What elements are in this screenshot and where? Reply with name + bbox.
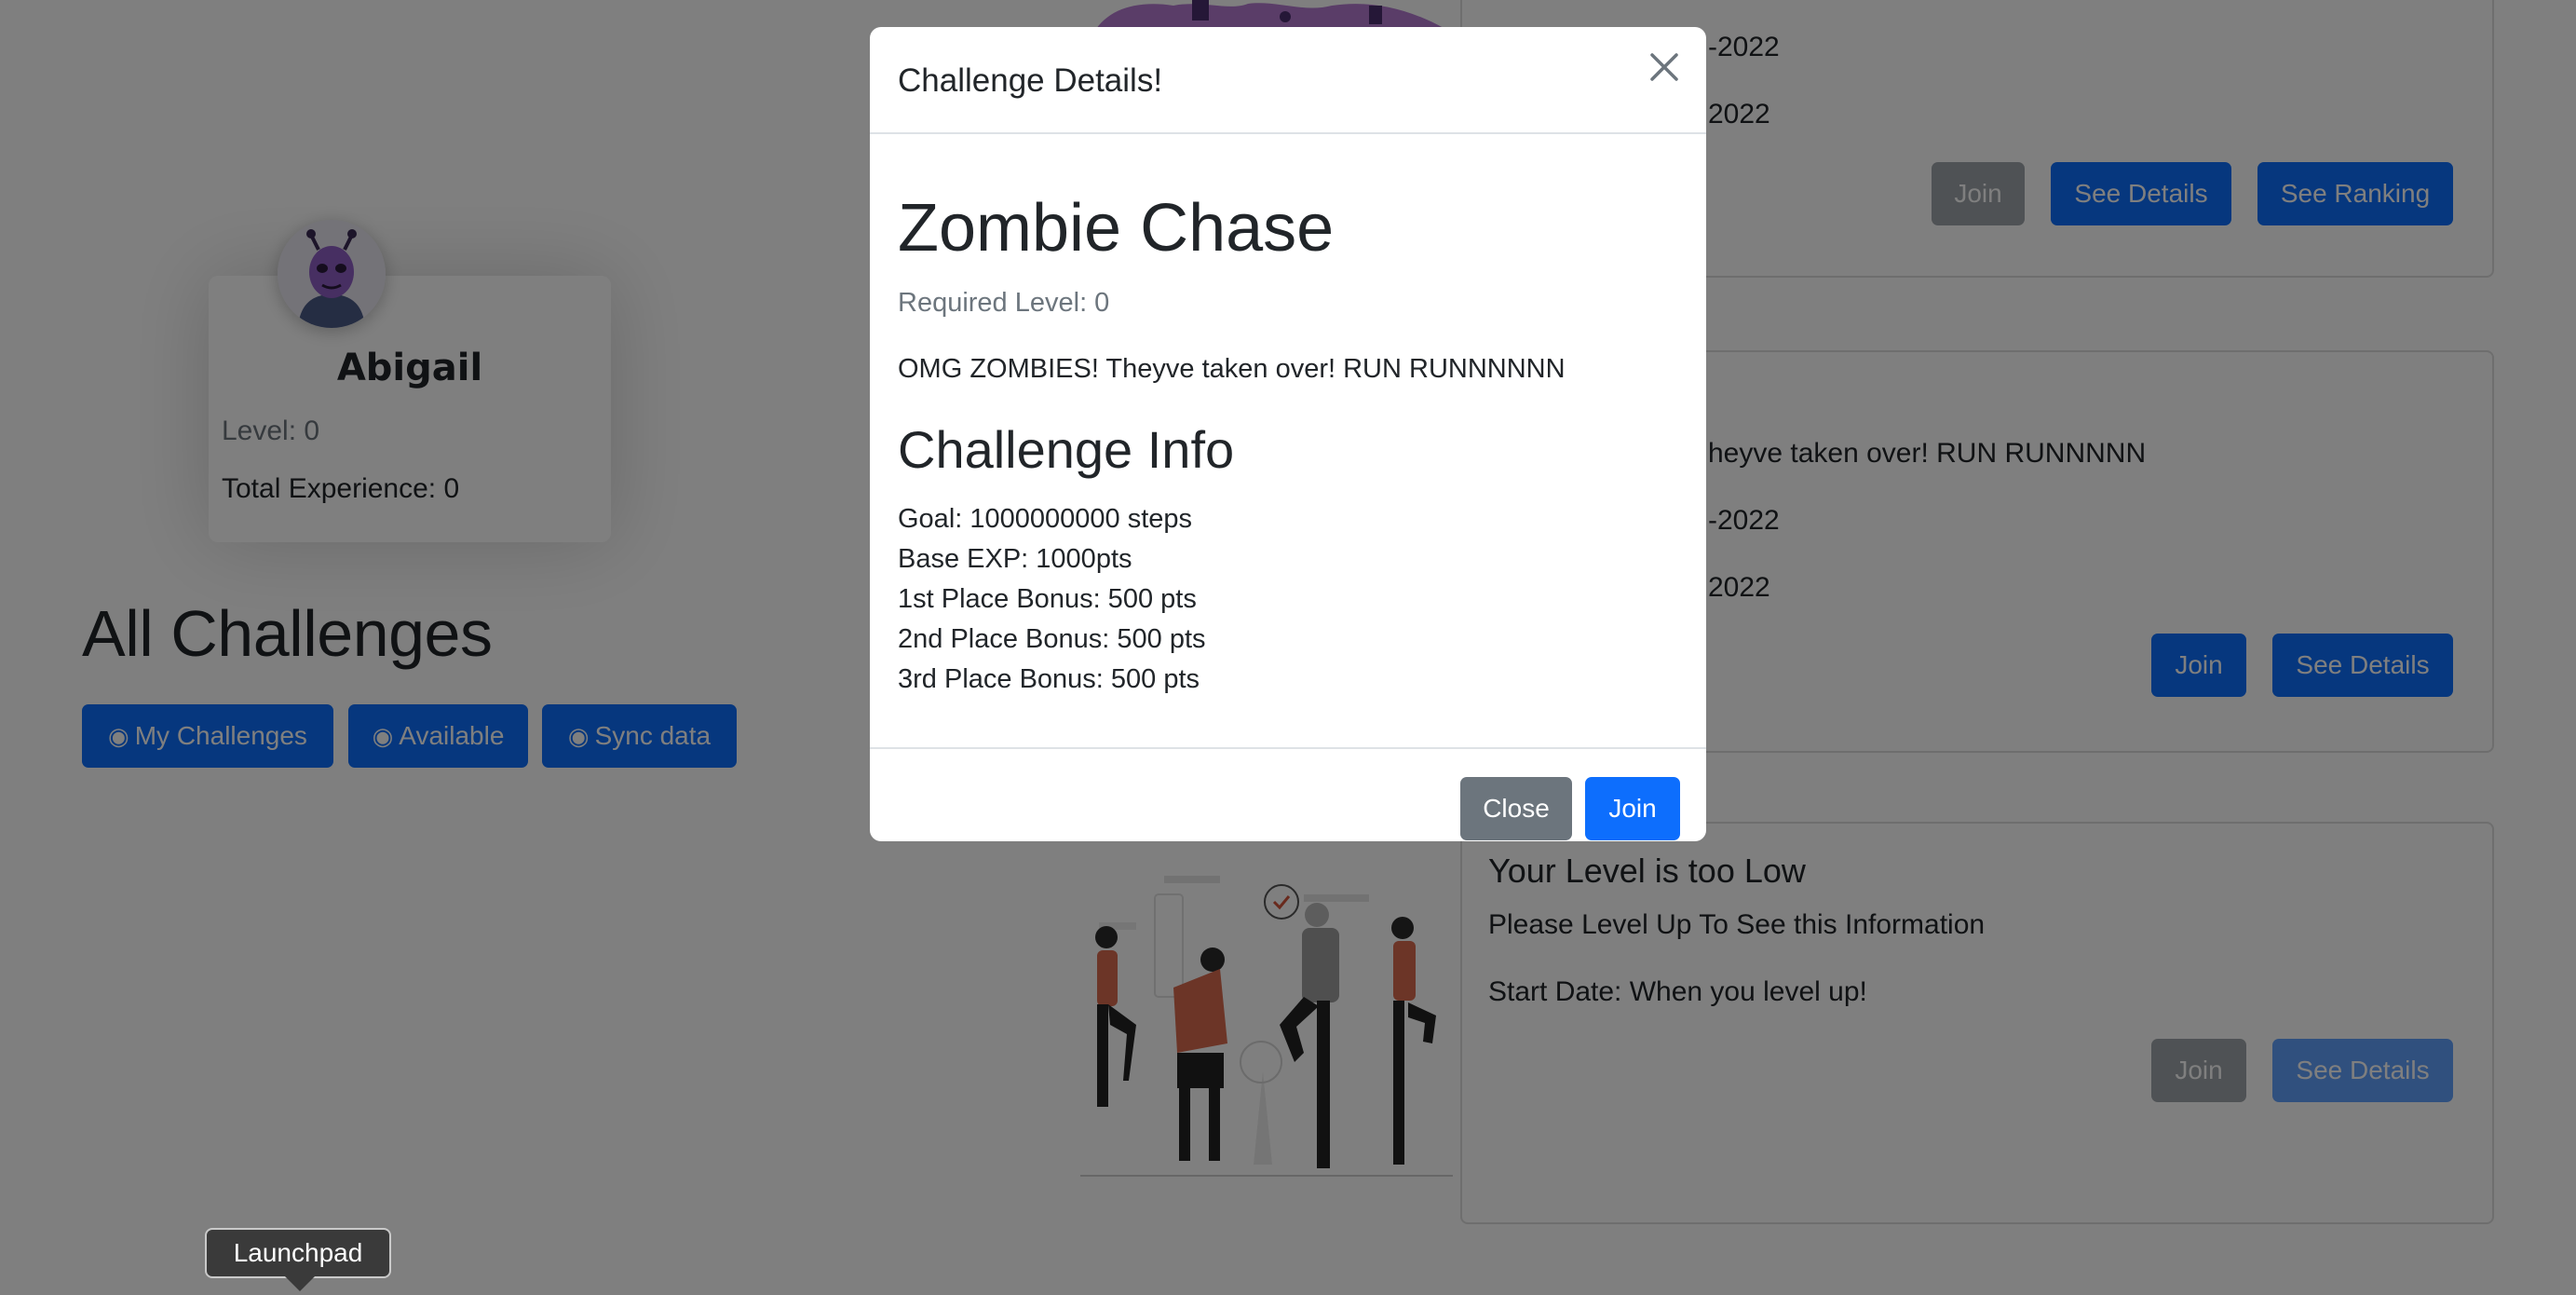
- info-goal: Goal: 1000000000 steps: [898, 504, 1193, 534]
- info-third-place-bonus: 3rd Place Bonus: 500 pts: [898, 664, 1200, 694]
- challenge-details-modal: Challenge Details! Zombie Chase Required…: [870, 27, 1706, 841]
- close-icon[interactable]: [1641, 44, 1688, 90]
- join-button[interactable]: Join: [1585, 777, 1680, 840]
- challenge-info-list: Goal: 1000000000 steps Base EXP: 1000pts…: [898, 499, 1206, 700]
- challenge-description: OMG ZOMBIES! Theyve taken over! RUN RUNN…: [898, 354, 1566, 384]
- info-second-place-bonus: 2nd Place Bonus: 500 pts: [898, 624, 1206, 654]
- info-base-exp: Base EXP: 1000pts: [898, 544, 1132, 574]
- modal-footer: Close Join: [870, 747, 1706, 841]
- required-level: Required Level: 0: [898, 288, 1110, 318]
- tooltip-arrow: [285, 1276, 315, 1291]
- info-first-place-bonus: 1st Place Bonus: 500 pts: [898, 584, 1197, 614]
- launchpad-tooltip: Launchpad: [205, 1228, 391, 1278]
- modal-body: Zombie Chase Required Level: 0 OMG ZOMBI…: [870, 134, 1706, 747]
- challenge-info-title: Challenge Info: [898, 420, 1235, 479]
- close-button[interactable]: Close: [1460, 777, 1572, 840]
- challenge-name: Zombie Chase: [898, 191, 1335, 266]
- modal-header: Challenge Details!: [870, 27, 1706, 134]
- modal-title: Challenge Details!: [898, 62, 1163, 99]
